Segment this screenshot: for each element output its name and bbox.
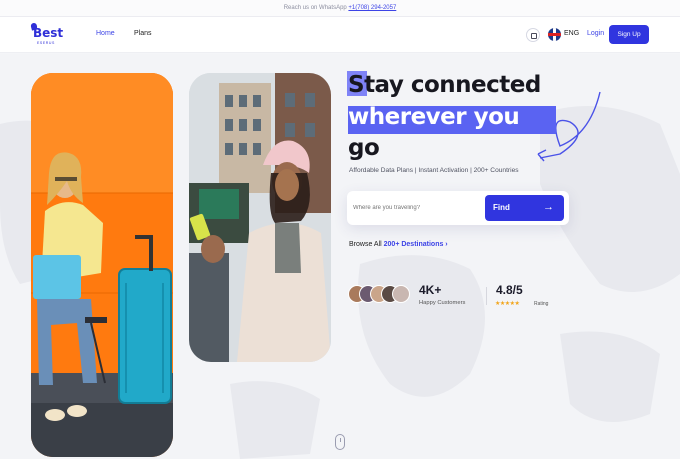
hero-heading-line-3: go	[348, 135, 380, 161]
whatsapp-phone-link[interactable]: +1(708) 294-2057	[348, 5, 396, 11]
rating-value: 4.8/5	[496, 283, 523, 297]
uk-flag-icon[interactable]	[548, 28, 561, 41]
hero-heading-line-2: wherever you	[348, 104, 520, 130]
rating-stars-icon: ★★★★★	[495, 301, 520, 307]
language-selector[interactable]: ENG	[564, 30, 579, 37]
arrow-right-icon: →	[543, 201, 554, 213]
hero-photo-woman-laptop	[31, 73, 173, 457]
announcement-text: Reach us on WhatsApp	[283, 5, 347, 11]
logo-subtext: ESERUS	[37, 41, 55, 45]
scroll-down-icon[interactable]	[335, 434, 345, 450]
browse-destinations: Browse All 200+ Destinations ›	[349, 241, 448, 248]
find-button-label: Find	[493, 203, 510, 212]
hero-section: Stay connected wherever you go Affordabl…	[0, 54, 680, 459]
logo-word: Best	[33, 26, 64, 40]
hero-heading-line-1: Stay connected	[348, 72, 541, 98]
bag-icon[interactable]	[526, 28, 540, 42]
customers-label: Happy Customers	[419, 300, 466, 306]
hero-tagline: Affordable Data Plans | Instant Activati…	[349, 167, 519, 174]
signup-button[interactable]: Sign Up	[609, 25, 649, 44]
customers-count: 4K+	[419, 283, 442, 297]
destination-search-box: Find →	[347, 191, 569, 225]
browse-destinations-link[interactable]: 200+ Destinations ›	[384, 241, 448, 248]
nav-link-plans[interactable]: Plans	[134, 30, 152, 37]
main-navbar: Best ESERUS Home Plans ENG Login Sign Up	[0, 17, 680, 53]
rating-label: Rating	[534, 301, 549, 307]
find-button[interactable]: Find →	[485, 195, 564, 221]
announcement-bar: Reach us on WhatsApp +1(708) 294-2057	[0, 0, 680, 17]
login-link[interactable]: Login	[587, 30, 604, 37]
customer-avatars	[348, 285, 412, 305]
browse-prefix: Browse All	[349, 241, 382, 248]
avatar	[392, 285, 410, 303]
stats-divider	[486, 287, 487, 305]
logo[interactable]: Best ESERUS	[30, 22, 65, 47]
nav-link-home[interactable]: Home	[96, 30, 115, 37]
destination-search-input[interactable]	[353, 199, 481, 217]
hero-photo-woman-phone	[189, 73, 331, 362]
